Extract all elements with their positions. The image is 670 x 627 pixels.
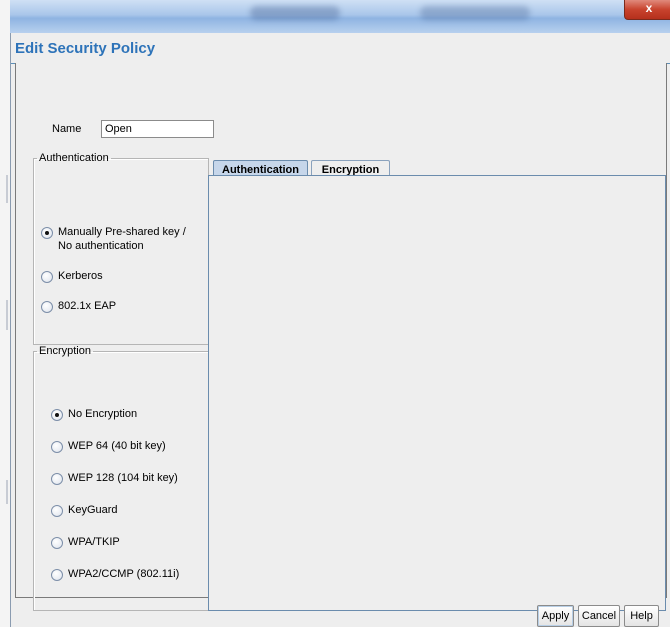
tab-panel: [208, 175, 666, 611]
radio-label: WEP 128 (104 bit key): [68, 472, 178, 484]
radio-label: No Encryption: [68, 408, 138, 420]
radio-unselected-icon: [51, 473, 63, 485]
radio-wep-128[interactable]: WEP 128 (104 bit key): [51, 471, 178, 485]
radio-wpa-tkip[interactable]: WPA/TKIP: [51, 535, 120, 549]
radio-label: WPA2/CCMP (802.11i): [68, 568, 180, 580]
edit-security-policy-dialog: Edit Security Policy Name Open Authentic…: [10, 33, 670, 627]
encryption-legend: Encryption: [39, 345, 91, 357]
help-button[interactable]: Help: [624, 605, 659, 627]
titlebar-obscured-text: [250, 6, 340, 20]
radio-unselected-icon: [51, 537, 63, 549]
background-window-edge: [0, 0, 10, 627]
authentication-legend: Authentication: [39, 152, 109, 164]
authentication-group: Authentication Manually Pre-shared key /…: [33, 152, 209, 345]
radio-wpa2-ccmp[interactable]: WPA2/CCMP (802.11i): [51, 567, 179, 581]
radio-wep-64[interactable]: WEP 64 (40 bit key): [51, 439, 166, 453]
radio-label: Manually Pre-shared key / No authenticat…: [58, 226, 186, 252]
edge-mark: [6, 480, 8, 504]
radio-no-encryption[interactable]: No Encryption: [51, 407, 137, 421]
radio-label: WEP 64 (40 bit key): [68, 440, 166, 452]
apply-button[interactable]: Apply: [537, 605, 574, 627]
titlebar-obscured-text: [420, 6, 530, 20]
radio-unselected-icon: [41, 271, 53, 283]
radio-8021x-eap[interactable]: 802.1x EAP: [41, 299, 116, 313]
edge-mark: [6, 175, 8, 203]
window-titlebar[interactable]: x: [10, 0, 670, 33]
close-button[interactable]: x: [624, 0, 670, 20]
radio-selected-icon: [51, 409, 63, 421]
name-label: Name: [52, 123, 82, 135]
radio-kerberos[interactable]: Kerberos: [41, 269, 103, 283]
edge-mark: [6, 300, 8, 330]
radio-label: Kerberos: [58, 270, 103, 282]
radio-unselected-icon: [41, 301, 53, 313]
radio-label: 802.1x EAP: [58, 300, 117, 312]
dialog-content: Name Open Authentication Manually Pre-sh…: [15, 63, 667, 611]
radio-unselected-icon: [51, 505, 63, 517]
radio-manual-preshared-key[interactable]: Manually Pre-shared key / No authenticat…: [41, 225, 198, 253]
radio-unselected-icon: [51, 441, 63, 453]
radio-selected-icon: [41, 227, 53, 239]
radio-label: WPA/TKIP: [68, 536, 120, 548]
encryption-group: Encryption No Encryption WEP 64 (40 bit …: [33, 345, 209, 611]
close-icon: x: [645, 1, 653, 15]
page-title: Edit Security Policy: [15, 40, 156, 57]
cancel-button[interactable]: Cancel: [578, 605, 620, 627]
button-bar: Apply Cancel Help: [15, 598, 665, 627]
radio-keyguard[interactable]: KeyGuard: [51, 503, 118, 517]
radio-label: KeyGuard: [68, 504, 118, 516]
dialog-header: Edit Security Policy: [11, 33, 670, 64]
radio-unselected-icon: [51, 569, 63, 581]
name-field[interactable]: Open: [101, 120, 214, 138]
